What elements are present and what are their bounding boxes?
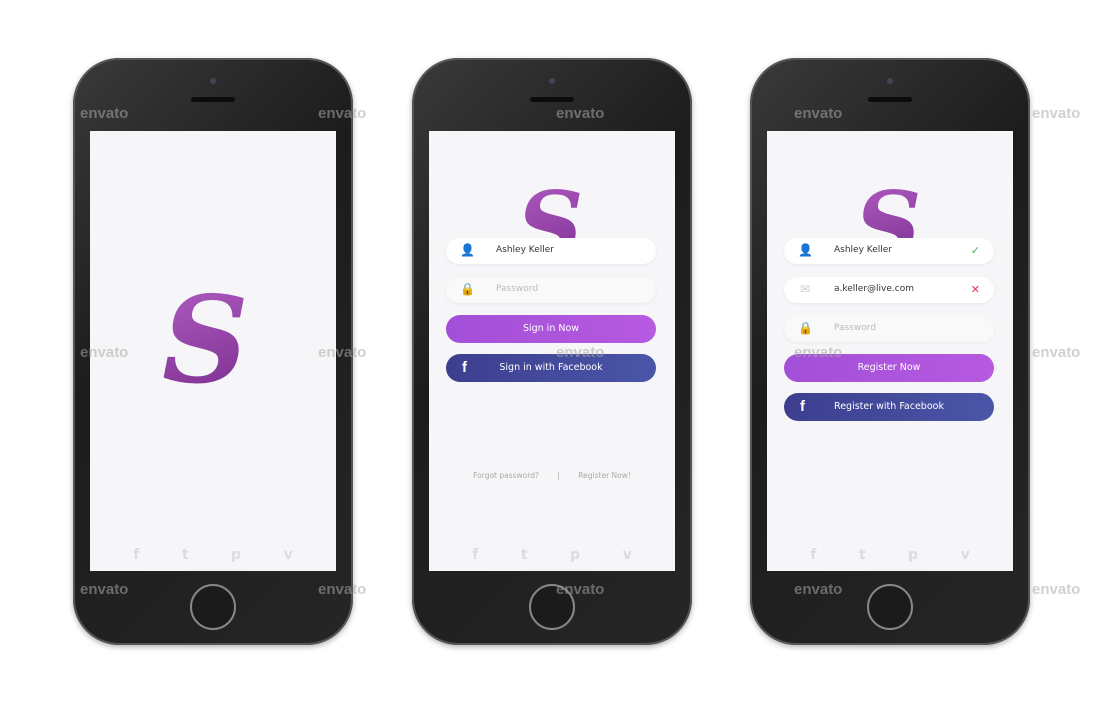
twitter-icon[interactable]: t [859,547,866,563]
register-screen: S 👤 Ashley Keller ✓ ✉ a.keller@live.com … [767,131,1013,571]
watermark: envato [1032,105,1081,122]
login-screen: S 👤 Ashley Keller 🔒 Password Sign in Now… [429,131,675,571]
facebook-sign-in-button[interactable]: f Sign in with Facebook [446,354,656,382]
error-x-icon: ✕ [970,283,980,296]
register-button[interactable]: Register Now [784,354,994,382]
pinterest-icon[interactable]: p [908,547,918,563]
password-input[interactable]: 🔒 Password [784,316,994,342]
facebook-register-label: Register with Facebook [834,401,944,412]
splash-screen: S f t p v [90,131,336,571]
name-input[interactable]: 👤 Ashley Keller ✓ [784,238,994,264]
social-bar: f t p v [90,547,336,563]
facebook-icon: f [462,359,467,376]
phone-login: S 👤 Ashley Keller 🔒 Password Sign in Now… [412,58,692,645]
vimeo-icon[interactable]: v [284,547,293,563]
vimeo-icon[interactable]: v [961,547,970,563]
pinterest-icon[interactable]: p [570,547,580,563]
auth-links: Forgot password? | Register Now! [429,471,675,480]
lock-icon: 🔒 [798,321,813,335]
social-bar: f t p v [429,547,675,563]
phone-register: S 👤 Ashley Keller ✓ ✉ a.keller@live.com … [750,58,1030,645]
username-value: Ashley Keller [496,245,555,255]
register-link[interactable]: Register Now! [578,471,631,480]
facebook-icon: f [800,398,805,415]
password-placeholder: Password [496,284,539,294]
camera [210,78,216,84]
watermark: envato [1032,344,1081,361]
watermark: envato [1032,581,1081,598]
user-icon: 👤 [460,243,475,257]
vimeo-icon[interactable]: v [623,547,632,563]
user-icon: 👤 [798,243,813,257]
username-input[interactable]: 👤 Ashley Keller [446,238,656,264]
pinterest-icon[interactable]: p [231,547,241,563]
facebook-icon[interactable]: f [133,547,139,563]
speaker [191,97,235,102]
twitter-icon[interactable]: t [182,547,189,563]
facebook-icon[interactable]: f [472,547,478,563]
facebook-icon[interactable]: f [810,547,816,563]
facebook-register-button[interactable]: f Register with Facebook [784,393,994,421]
twitter-icon[interactable]: t [521,547,528,563]
facebook-sign-in-label: Sign in with Facebook [499,362,603,373]
speaker [530,97,574,102]
lock-icon: 🔒 [460,282,475,296]
home-button[interactable] [190,584,236,630]
app-logo: S [162,270,249,411]
envelope-icon: ✉ [799,282,811,296]
email-value: a.keller@live.com [834,284,914,294]
speaker [868,97,912,102]
home-button[interactable] [529,584,575,630]
email-input[interactable]: ✉ a.keller@live.com ✕ [784,277,994,303]
password-input[interactable]: 🔒 Password [446,277,656,303]
sign-in-button[interactable]: Sign in Now [446,315,656,343]
home-button[interactable] [867,584,913,630]
forgot-password-link[interactable]: Forgot password? [473,471,539,480]
camera [549,78,555,84]
phone-splash: S f t p v [73,58,353,645]
name-value: Ashley Keller [834,245,893,255]
camera [887,78,893,84]
social-bar: f t p v [767,547,1013,563]
link-separator: | [557,471,560,480]
password-placeholder: Password [834,323,877,333]
check-icon: ✓ [970,244,980,257]
